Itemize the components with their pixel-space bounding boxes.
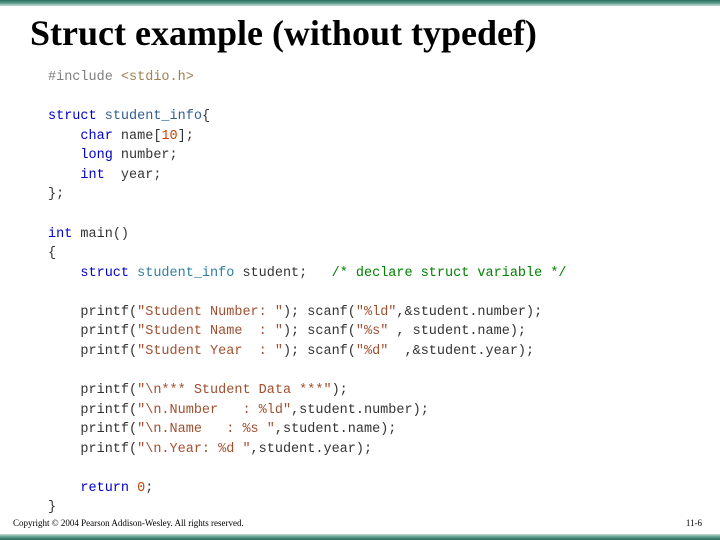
fn-printf: printf (80, 305, 129, 320)
fn-scanf: scanf (307, 324, 348, 339)
keyword-char: char (80, 129, 112, 144)
keyword-long: long (80, 148, 112, 163)
member-access: student.year (259, 442, 356, 457)
struct-var: student (242, 266, 299, 281)
member-access: student.number (299, 403, 412, 418)
fmt-string: "%s" (356, 324, 388, 339)
member-access: student.name (413, 324, 510, 339)
var-year: year (121, 168, 153, 183)
string-lit: "\n.Year: %d " (137, 442, 250, 457)
keyword-struct-decl: struct (80, 266, 129, 281)
string-lit: "\n*** Student Data ***" (137, 383, 331, 398)
var-name: name (121, 129, 153, 144)
code-block: #include <stdio.h> struct student_info{ … (48, 68, 567, 518)
fn-printf: printf (80, 383, 129, 398)
fn-scanf: scanf (307, 344, 348, 359)
string-lit: "Student Year : " (137, 344, 283, 359)
fn-printf: printf (80, 344, 129, 359)
slide-title: Struct example (without typedef) (30, 12, 537, 54)
string-lit: "\n.Number : %ld" (137, 403, 291, 418)
fn-main: main (80, 227, 112, 242)
fmt-string: "%d" (356, 344, 388, 359)
member-access: student.name (283, 422, 380, 437)
comment: /* declare struct variable */ (332, 266, 567, 281)
string-lit: "Student Number: " (137, 305, 283, 320)
fn-printf: printf (80, 403, 129, 418)
array-size: 10 (161, 129, 177, 144)
string-lit: "\n.Name : %s " (137, 422, 275, 437)
fn-scanf: scanf (307, 305, 348, 320)
keyword-int: int (80, 168, 104, 183)
var-number: number (121, 148, 170, 163)
fmt-string: "%ld" (356, 305, 397, 320)
decorative-top-border (0, 0, 720, 6)
keyword-int-main: int (48, 227, 72, 242)
struct-type: student_info (137, 266, 234, 281)
keyword-struct: struct (48, 109, 97, 124)
copyright-text: Copyright © 2004 Pearson Addison-Wesley.… (13, 518, 244, 528)
include-header: <stdio.h> (121, 70, 194, 85)
member-access: student.year (421, 344, 518, 359)
fn-printf: printf (80, 324, 129, 339)
keyword-return: return (80, 481, 129, 496)
member-access: student.number (413, 305, 526, 320)
decorative-bottom-border (0, 534, 720, 540)
fn-printf: printf (80, 422, 129, 437)
struct-name: student_info (105, 109, 202, 124)
preprocessor: #include (48, 70, 113, 85)
fn-printf: printf (80, 442, 129, 457)
page-number: 11-6 (686, 518, 702, 528)
string-lit: "Student Name : " (137, 324, 283, 339)
